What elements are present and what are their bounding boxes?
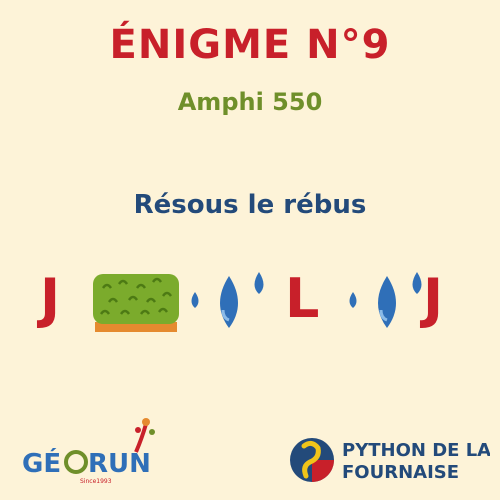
rebus-letter-j: J: [40, 267, 61, 330]
svg-text:Since1993: Since1993: [80, 478, 112, 485]
georun-logo: GÉ RUN Since1993: [22, 418, 155, 485]
rebus-letter-j: J: [423, 267, 444, 330]
water-drops-icon: [191, 272, 264, 328]
svg-text:RUN: RUN: [88, 449, 151, 479]
hedge-icon: [93, 274, 179, 332]
page-subtitle: Amphi 550: [177, 88, 323, 116]
page-title: ÉNIGME N°9: [109, 22, 391, 68]
rebus-letter-l: L: [285, 267, 320, 330]
python-de-la-fournaise-logo: PYTHON DE LA FOURNAISE: [290, 438, 490, 483]
svg-text:GÉ: GÉ: [22, 447, 61, 479]
svg-text:PYTHON DE LA: PYTHON DE LA: [342, 440, 490, 461]
svg-text:FOURNAISE: FOURNAISE: [342, 462, 459, 483]
water-drops-icon: [349, 272, 422, 328]
puzzle-instruction: Résous le rébus: [133, 190, 367, 220]
